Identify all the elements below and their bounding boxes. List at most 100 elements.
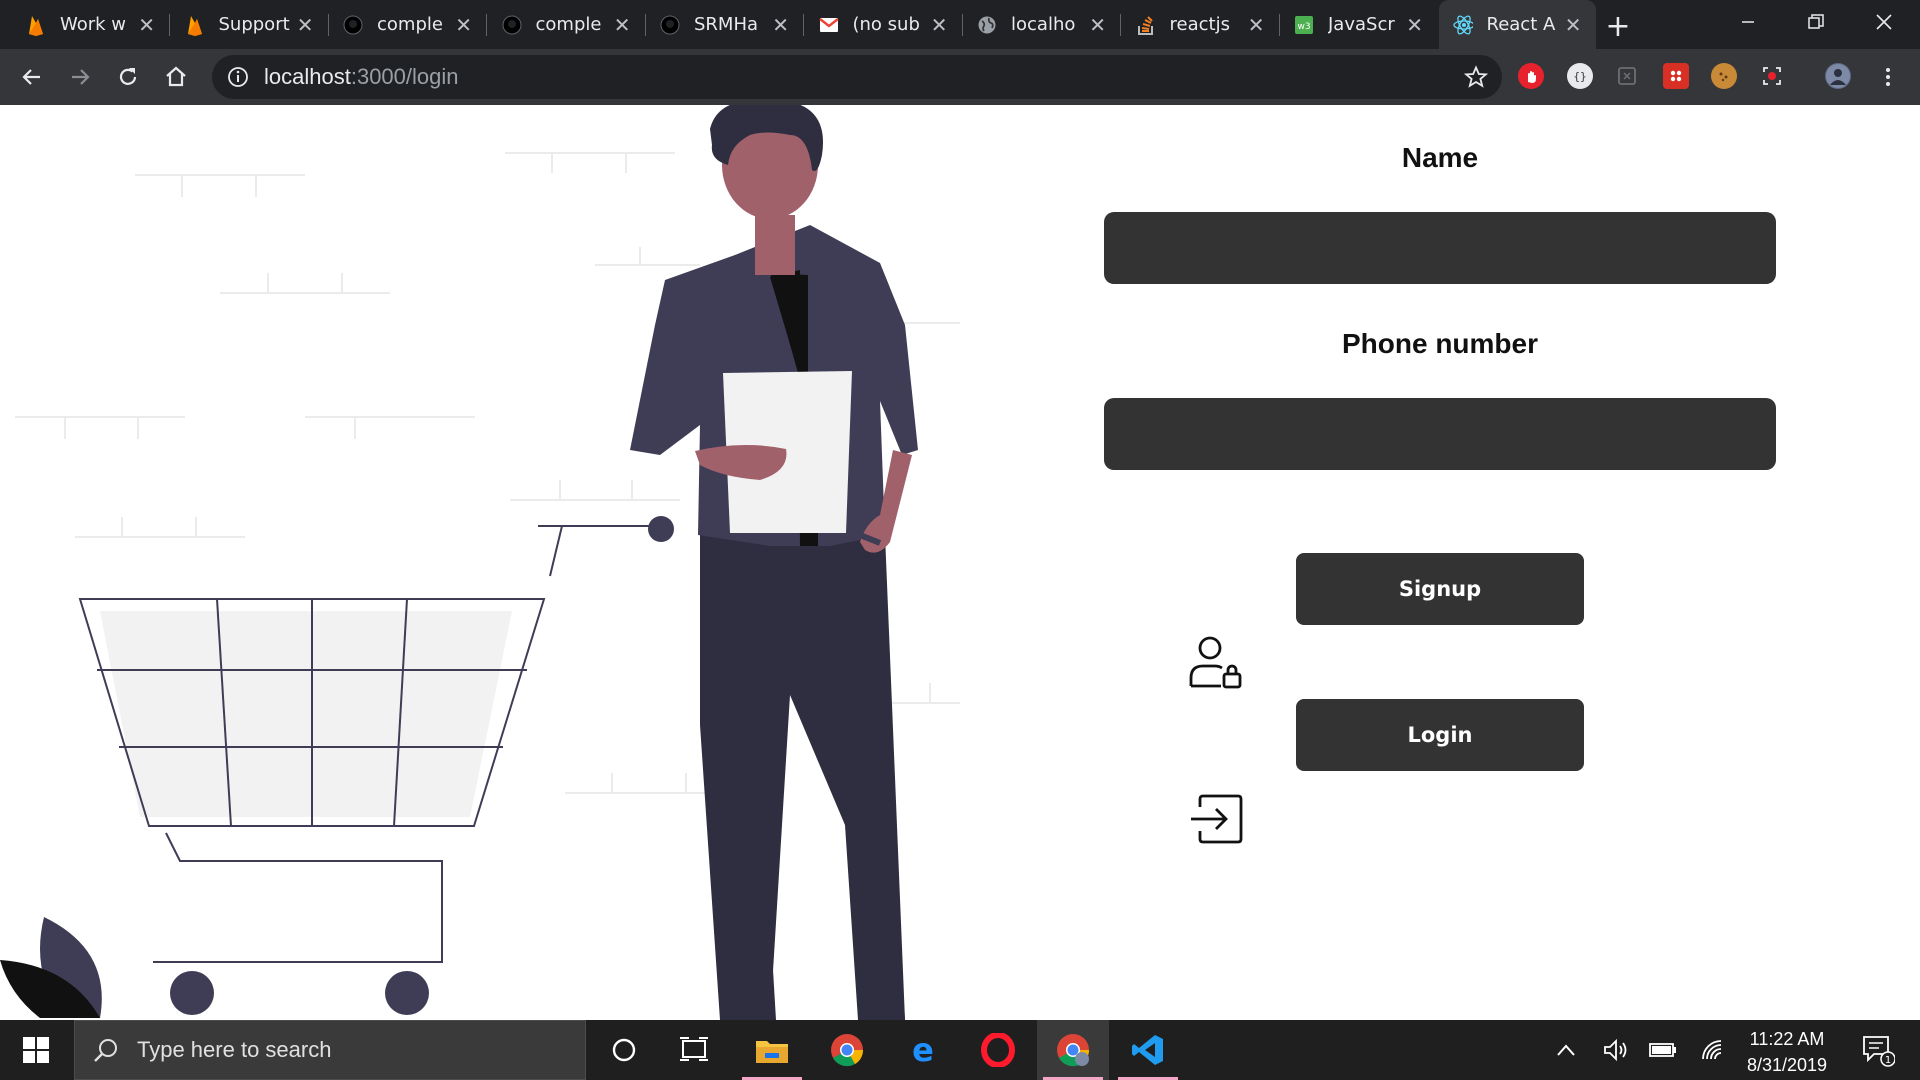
kebab-menu-icon xyxy=(1886,68,1890,86)
notification-count: 1 xyxy=(1885,1055,1891,1066)
search-icon xyxy=(94,1039,117,1062)
home-icon xyxy=(166,66,186,87)
url-path: :3000/login xyxy=(350,64,459,89)
taskbar-clock[interactable]: 11:22 AM 8/31/2019 xyxy=(1728,1026,1846,1078)
opera-taskbar-button[interactable] xyxy=(962,1020,1034,1080)
browser-tab[interactable]: Work w ✕ xyxy=(12,0,169,49)
screen-extension-icon[interactable] xyxy=(1614,63,1640,89)
folder-icon xyxy=(756,1041,788,1063)
edge-taskbar-button[interactable]: e xyxy=(887,1020,959,1080)
vscode-taskbar-button[interactable] xyxy=(1112,1020,1184,1080)
tab-title: Work w xyxy=(60,14,127,35)
minimize-button[interactable] xyxy=(1714,0,1782,44)
notification-icon: 1 xyxy=(1863,1036,1895,1067)
reload-icon xyxy=(119,68,137,85)
tab-close-icon[interactable]: ✕ xyxy=(931,13,948,37)
task-view-icon xyxy=(680,1037,708,1061)
address-bar[interactable]: localhost:3000/login xyxy=(212,55,1502,99)
chrome-icon xyxy=(1057,1034,1090,1067)
bookmark-star-icon[interactable] xyxy=(1463,65,1489,89)
search-placeholder: Type here to search xyxy=(137,1037,332,1062)
clock-time: 11:22 AM xyxy=(1749,1029,1825,1049)
name-input[interactable] xyxy=(1104,212,1776,284)
tab-strip: Work w ✕ Support ✕ comple ✕ comple ✕ SRMHa ✕ (no s… xyxy=(0,0,1920,49)
windows-taskbar: Type here to search e 11:22 AM 8/31/2019… xyxy=(0,1020,1920,1080)
taskbar-search-box[interactable]: Type here to search xyxy=(74,1020,586,1080)
forward-button[interactable] xyxy=(64,61,96,93)
profile-avatar[interactable] xyxy=(1825,63,1851,89)
home-button[interactable] xyxy=(160,61,192,93)
gmail-icon xyxy=(818,15,839,35)
browser-tab[interactable]: (no sub ✕ xyxy=(805,0,962,49)
battery-button[interactable] xyxy=(1638,1020,1688,1080)
browser-tab[interactable]: localho ✕ xyxy=(963,0,1120,49)
sign-in-icon xyxy=(1188,793,1244,849)
tab-close-icon[interactable]: ✕ xyxy=(297,13,314,37)
browser-toolbar: localhost:3000/login {} xyxy=(0,49,1920,105)
tab-close-icon[interactable]: ✕ xyxy=(455,13,472,37)
close-window-button[interactable] xyxy=(1850,0,1918,44)
vscode-icon xyxy=(1132,1035,1163,1065)
start-button[interactable] xyxy=(0,1020,72,1080)
cookie-extension-icon[interactable] xyxy=(1711,63,1737,89)
tab-close-icon[interactable]: ✕ xyxy=(1406,13,1423,37)
tab-close-icon[interactable]: ✕ xyxy=(1089,13,1106,37)
github-icon xyxy=(660,15,680,35)
tab-title: localho xyxy=(1011,14,1076,35)
svg-text:{}: {} xyxy=(1573,70,1586,83)
tab-close-icon[interactable]: ✕ xyxy=(772,13,789,37)
browser-tab[interactable]: comple ✕ xyxy=(488,0,645,49)
tab-close-icon[interactable]: ✕ xyxy=(614,13,631,37)
browser-menu-button[interactable] xyxy=(1872,61,1904,93)
tab-close-icon[interactable]: ✕ xyxy=(138,13,155,37)
reload-button[interactable] xyxy=(112,61,144,93)
name-label: Name xyxy=(1401,142,1479,173)
tab-title: (no sub xyxy=(852,14,920,35)
windows-logo-icon xyxy=(23,1037,49,1063)
speaker-icon xyxy=(1604,1038,1627,1062)
show-hidden-icons-button[interactable] xyxy=(1541,1020,1591,1080)
login-page: Name Phone number Signup Login xyxy=(0,105,1920,1020)
phone-number-input[interactable] xyxy=(1104,398,1776,470)
info-icon[interactable] xyxy=(226,65,250,89)
screenshot-extension-icon[interactable] xyxy=(1759,63,1785,89)
chrome-canary-taskbar-button[interactable] xyxy=(1037,1020,1109,1080)
firebase-icon xyxy=(185,15,205,36)
signup-button[interactable]: Signup xyxy=(1296,553,1584,625)
login-button[interactable]: Login xyxy=(1296,699,1584,771)
tab-close-icon[interactable]: ✕ xyxy=(1565,13,1582,37)
opera-icon xyxy=(981,1033,1015,1067)
browser-tab[interactable]: w3 JavaScr ✕ xyxy=(1280,0,1437,49)
tab-title: comple xyxy=(377,14,443,35)
browser-tab[interactable]: Support ✕ xyxy=(171,0,328,49)
tab-close-icon[interactable]: ✕ xyxy=(1248,13,1265,37)
edge-icon: e xyxy=(912,1034,934,1066)
cortana-button[interactable] xyxy=(588,1020,660,1080)
browser-tab[interactable]: comple ✕ xyxy=(329,0,486,49)
file-explorer-taskbar-button[interactable] xyxy=(736,1020,808,1080)
browser-tab[interactable]: SRMHa ✕ xyxy=(646,0,803,49)
action-center-button[interactable]: 1 xyxy=(1848,1020,1908,1080)
react-icon xyxy=(1452,14,1473,35)
json-viewer-extension-icon[interactable]: {} xyxy=(1567,63,1593,89)
user-lock-icon xyxy=(1188,635,1244,695)
volume-button[interactable] xyxy=(1591,1020,1641,1080)
restore-button[interactable] xyxy=(1782,0,1850,44)
adblock-extension-icon[interactable] xyxy=(1518,63,1544,89)
svg-text:e: e xyxy=(912,1034,934,1066)
task-view-button[interactable] xyxy=(658,1020,730,1080)
new-tab-button[interactable]: + xyxy=(1600,8,1636,44)
chrome-taskbar-button[interactable] xyxy=(811,1020,883,1080)
browser-tab[interactable]: reactjs ✕ xyxy=(1122,0,1279,49)
svg-text:w3: w3 xyxy=(1297,22,1310,32)
tab-title: comple xyxy=(535,14,602,35)
browser-tab[interactable]: React A ✕ xyxy=(1438,0,1596,49)
arrow-right-icon xyxy=(72,69,90,85)
github-icon xyxy=(502,15,522,35)
chevron-up-icon xyxy=(1557,1044,1575,1056)
url-text: localhost:3000/login xyxy=(264,64,459,90)
back-button[interactable] xyxy=(16,61,48,93)
shopping-illustration xyxy=(0,105,960,1020)
clock-date: 8/31/2019 xyxy=(1746,1055,1828,1075)
grid-extension-icon[interactable] xyxy=(1663,63,1689,89)
